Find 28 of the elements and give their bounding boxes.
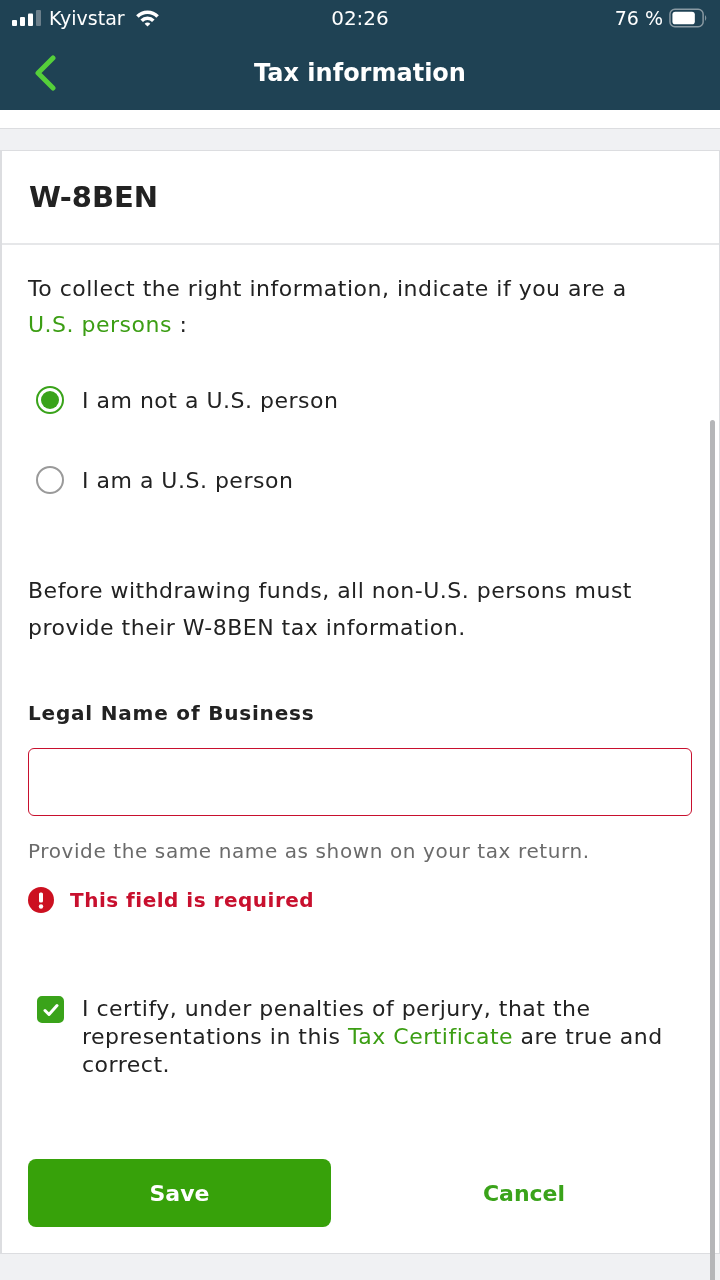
field-label: Legal Name of Business	[28, 700, 316, 726]
text-input[interactable]	[28, 748, 692, 816]
error-message: This field is required	[70, 888, 315, 912]
tax-certificate-link[interactable]: Tax Certificate	[348, 1024, 514, 1049]
battery-icon	[669, 8, 708, 28]
signal-icon	[12, 10, 42, 26]
radio-button[interactable]	[36, 386, 64, 414]
battery-percent: 76 %	[614, 7, 663, 29]
radio-label[interactable]: I am not a U.S. person	[82, 387, 339, 413]
radio-button[interactable]	[36, 466, 64, 494]
us-persons-link[interactable]: U.S. persons	[28, 312, 172, 337]
notice-text: Before withdrawing funds, all non-U.S. persons must provide their W-8BEN tax information.	[28, 577, 633, 642]
error-icon	[28, 887, 54, 913]
page-title: Tax information	[254, 59, 466, 87]
back-icon	[34, 55, 56, 91]
check-icon	[42, 1002, 59, 1017]
radio-label[interactable]: I am a U.S. person	[82, 467, 294, 493]
checkbox[interactable]	[37, 996, 64, 1023]
clock-time: 02:26	[331, 6, 389, 30]
back-button[interactable]	[34, 55, 56, 91]
certification-text: I certify, under penalties of perjury, that the representations in this Tax Certificate are true and correct.	[82, 995, 664, 1079]
intro-text: To collect the right information, indicate if you are a U.S. persons :	[28, 275, 628, 339]
wifi-icon	[134, 9, 160, 27]
form-title: W-8BEN	[29, 180, 159, 214]
save-button[interactable]: Save	[28, 1159, 331, 1227]
hint-text: Provide the same name as shown on your tax return.	[28, 838, 591, 864]
cancel-button[interactable]: Cancel	[404, 1159, 644, 1227]
carrier-name: Kyivstar	[49, 7, 125, 29]
